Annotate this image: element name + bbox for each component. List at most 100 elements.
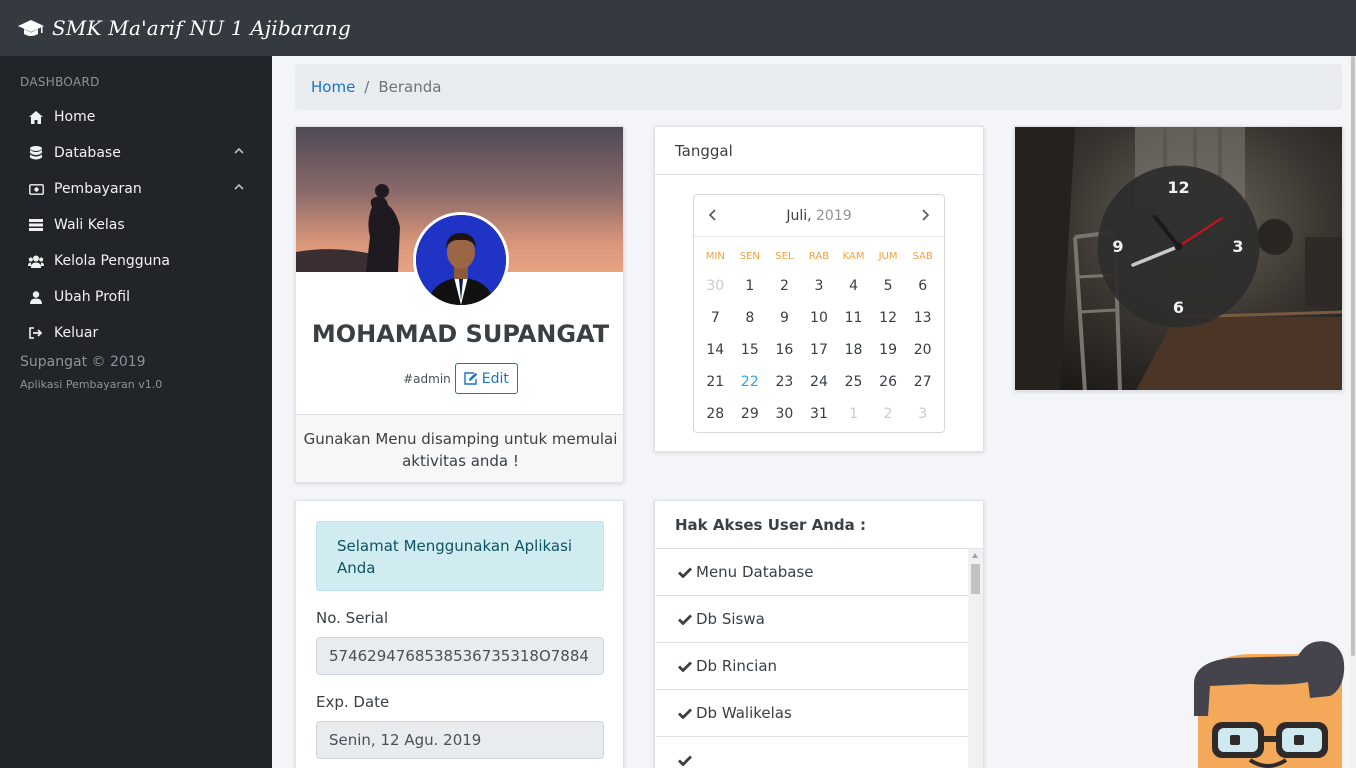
clock-numeral-9: 9 xyxy=(1112,237,1123,256)
chevron-up-icon xyxy=(234,147,244,154)
calendar-weekday-row: MIN SEN SEL RAB KAM JUM SAB xyxy=(698,242,940,270)
calendar-day[interactable]: 3 xyxy=(802,278,837,294)
breadcrumb-home-link[interactable]: Home xyxy=(311,78,355,96)
calendar-day[interactable]: 28 xyxy=(698,406,733,422)
calendar-day[interactable]: 25 xyxy=(836,374,871,390)
calendar-card-title: Tanggal xyxy=(655,127,983,175)
license-info-card: Selamat Menggunakan Aplikasi Anda No. Se… xyxy=(295,500,624,768)
calendar-day-today[interactable]: 22 xyxy=(733,374,768,390)
calendar-day[interactable]: 1 xyxy=(836,406,871,422)
sidebar: DASHBOARD Home Database Pembayaran Wali … xyxy=(0,56,272,768)
calendar-day[interactable]: 1 xyxy=(733,278,768,294)
sidebar-item-label: Wali Kelas xyxy=(54,217,125,233)
weekday-label: MIN xyxy=(705,250,725,262)
sidebar-item-label: Keluar xyxy=(54,325,99,341)
check-icon xyxy=(678,708,692,719)
calendar-day[interactable]: 12 xyxy=(871,310,906,326)
chevron-right-icon[interactable] xyxy=(918,208,932,222)
calendar-day[interactable]: 9 xyxy=(767,310,802,326)
calendar-day[interactable]: 26 xyxy=(871,374,906,390)
calendar-day[interactable]: 18 xyxy=(836,342,871,358)
scroll-up-arrow-icon[interactable] xyxy=(972,553,978,558)
avatar[interactable] xyxy=(413,212,509,308)
clock-numeral-6: 6 xyxy=(1173,298,1184,317)
page-scroll-thumb[interactable] xyxy=(1351,56,1355,656)
list-item: Menu Database xyxy=(656,549,968,596)
money-icon xyxy=(28,181,44,197)
sidebar-heading: DASHBOARD xyxy=(20,75,100,89)
calendar-day[interactable]: 2 xyxy=(871,406,906,422)
calendar-day[interactable]: 30 xyxy=(767,406,802,422)
serial-field[interactable]: 5746294768538536735318O7884 xyxy=(316,637,604,675)
calendar-day[interactable]: 5 xyxy=(871,278,906,294)
sidebar-app-version: Aplikasi Pembayaran v1.0 xyxy=(20,378,163,391)
calendar-grid: MIN SEN SEL RAB KAM JUM SAB 30 1 2 3 4 5… xyxy=(698,242,940,430)
profile-role-row: #admin Edit xyxy=(296,363,623,394)
weekday-label: JUM xyxy=(878,250,898,262)
weekday-label: SEN xyxy=(739,250,760,262)
calendar-day[interactable]: 15 xyxy=(733,342,768,358)
breadcrumb-current: Beranda xyxy=(378,78,442,96)
top-navbar: SMK Ma'arif NU 1 Ajibarang xyxy=(0,0,1356,56)
calendar-day[interactable]: 8 xyxy=(733,310,768,326)
calendar-day[interactable]: 4 xyxy=(836,278,871,294)
calendar-day[interactable]: 31 xyxy=(802,406,837,422)
sidebar-item-wali-kelas[interactable]: Wali Kelas xyxy=(28,207,252,243)
calendar-week-row: 14 15 16 17 18 19 20 xyxy=(698,334,940,366)
calendar-day[interactable]: 3 xyxy=(905,406,940,422)
calendar-day[interactable]: 21 xyxy=(698,374,733,390)
list-item: Db Walikelas xyxy=(656,690,968,737)
list-icon xyxy=(28,217,44,233)
sidebar-item-label: Ubah Profil xyxy=(54,289,130,305)
calendar-day[interactable]: 29 xyxy=(733,406,768,422)
calendar-day[interactable]: 27 xyxy=(905,374,940,390)
list-item: Db Siswa xyxy=(656,596,968,643)
sidebar-item-keluar[interactable]: Keluar xyxy=(28,315,252,351)
sidebar-item-pembayaran[interactable]: Pembayaran xyxy=(28,171,252,207)
graduation-cap-icon xyxy=(18,20,44,36)
calendar-widget: Juli, 2019 MIN SEN SEL RAB KAM JUM SAB 3… xyxy=(693,194,945,433)
page-scrollbar[interactable] xyxy=(1350,56,1356,768)
sidebar-item-label: Database xyxy=(54,145,121,161)
list-item-label: Db Siswa xyxy=(696,610,765,628)
analog-clock: 12 3 6 9 xyxy=(1097,165,1260,328)
weekday-label: SEL xyxy=(775,250,794,262)
weekday-label: SAB xyxy=(912,250,933,262)
weekday-label: KAM xyxy=(842,250,865,262)
sidebar-item-database[interactable]: Database xyxy=(28,135,252,171)
check-icon xyxy=(678,567,692,578)
calendar-day[interactable]: 24 xyxy=(802,374,837,390)
check-icon xyxy=(678,661,692,672)
profile-name: MOHAMAD SUPANGAT xyxy=(311,320,610,348)
calendar-day[interactable]: 10 xyxy=(802,310,837,326)
calendar-week-row: 28 29 30 31 1 2 3 xyxy=(698,398,940,430)
calendar-day[interactable]: 2 xyxy=(767,278,802,294)
calendar-day[interactable]: 14 xyxy=(698,342,733,358)
calendar-day[interactable]: 17 xyxy=(802,342,837,358)
sidebar-item-ubah-profil[interactable]: Ubah Profil xyxy=(28,279,252,315)
calendar-day[interactable]: 13 xyxy=(905,310,940,326)
calendar-week-row: 7 8 9 10 11 12 13 xyxy=(698,302,940,334)
calendar-day[interactable]: 23 xyxy=(767,374,802,390)
calendar-day[interactable]: 7 xyxy=(698,310,733,326)
edit-profile-button[interactable]: Edit xyxy=(454,363,518,394)
home-icon xyxy=(28,109,44,125)
scroll-thumb[interactable] xyxy=(971,564,980,594)
calendar-month-year[interactable]: Juli, 2019 xyxy=(694,208,944,224)
database-icon xyxy=(28,145,44,161)
access-list-scrollbar[interactable] xyxy=(968,549,983,768)
sidebar-item-home[interactable]: Home xyxy=(28,99,252,135)
app-title[interactable]: SMK Ma'arif NU 1 Ajibarang xyxy=(52,16,351,40)
sidebar-item-kelola-pengguna[interactable]: Kelola Pengguna xyxy=(28,243,252,279)
calendar-day[interactable]: 30 xyxy=(698,278,733,294)
calendar-day[interactable]: 6 xyxy=(905,278,940,294)
breadcrumb: Home / Beranda xyxy=(295,64,1342,110)
calendar-day[interactable]: 11 xyxy=(836,310,871,326)
calendar-day[interactable]: 19 xyxy=(871,342,906,358)
calendar-day[interactable]: 16 xyxy=(767,342,802,358)
calendar-year: 2019 xyxy=(816,208,852,224)
calendar-day[interactable]: 20 xyxy=(905,342,940,358)
list-item-label: Db Rincian xyxy=(696,657,778,675)
exp-date-field[interactable]: Senin, 12 Agu. 2019 xyxy=(316,721,604,759)
calendar-week-row: 21 22 23 24 25 26 27 xyxy=(698,366,940,398)
